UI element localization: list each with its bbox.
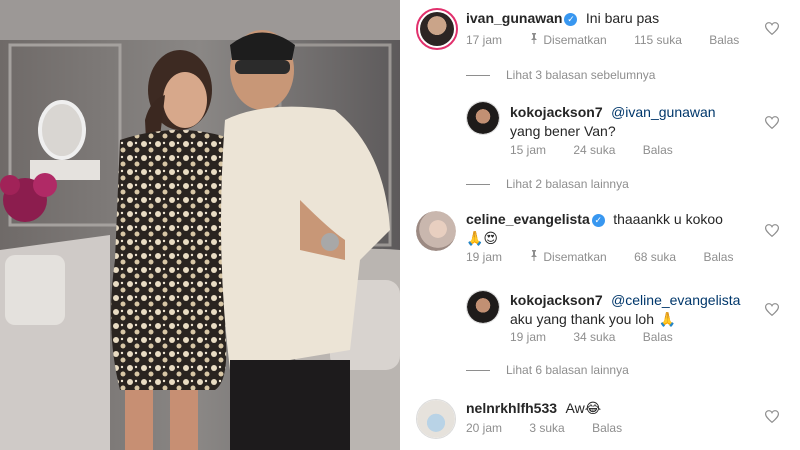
comment-time[interactable]: 17 jam — [466, 33, 502, 47]
heart-outline-icon[interactable] — [765, 410, 779, 423]
comment-username[interactable]: ivan_gunawan — [466, 10, 562, 26]
comment-time[interactable]: 20 jam — [466, 421, 502, 435]
like-count[interactable]: 24 suka — [573, 143, 615, 157]
comment-meta: 19 jam Disematkan 68 suka Balas — [466, 250, 757, 264]
pinned-label: Disematkan — [529, 33, 607, 47]
pinned-label: Disematkan — [529, 250, 607, 264]
comment-meta: 19 jam 34 suka Balas — [510, 330, 697, 344]
comment-meta: 20 jam 3 suka Balas — [466, 421, 646, 435]
comment-time[interactable]: 19 jam — [510, 330, 546, 344]
view-replies-button[interactable]: Lihat 3 balasan sebelumnya — [466, 68, 655, 82]
verified-badge-icon: ✓ — [591, 214, 605, 227]
avatar[interactable] — [416, 8, 458, 50]
view-replies-button[interactable]: Lihat 6 balasan lainnya — [466, 363, 629, 377]
comment-username[interactable]: celine_evangelista — [466, 211, 590, 227]
heart-outline-icon[interactable] — [765, 224, 779, 237]
reply-button[interactable]: Balas — [709, 33, 739, 47]
heart-outline-icon[interactable] — [765, 22, 779, 35]
avatar[interactable] — [416, 211, 456, 251]
mention-link[interactable]: @celine_evangelista — [611, 292, 740, 308]
reply-button[interactable]: Balas — [643, 143, 673, 157]
comment-username[interactable]: kokojackson7 — [510, 292, 603, 308]
comment-text: Ini baru pas — [585, 10, 660, 26]
like-count[interactable]: 34 suka — [573, 330, 615, 344]
reply-button[interactable]: Balas — [703, 250, 733, 264]
comment-time[interactable]: 19 jam — [466, 250, 502, 264]
divider — [466, 184, 490, 186]
emoji-text: 🙏 — [658, 311, 676, 327]
comment-body: nelnrkhlfh533 Aw😂 — [466, 400, 601, 418]
heart-outline-icon[interactable] — [765, 303, 779, 316]
like-count[interactable]: 68 suka — [634, 250, 676, 264]
pin-icon — [531, 33, 538, 44]
like-count[interactable]: 115 suka — [634, 33, 682, 47]
heart-outline-icon[interactable] — [765, 116, 779, 129]
view-replies-button[interactable]: Lihat 2 balasan lainnya — [466, 177, 629, 191]
reply-button[interactable]: Balas — [643, 330, 673, 344]
comment-body: ivan_gunawan ✓ Ini baru pas — [466, 10, 659, 28]
avatar[interactable] — [466, 101, 500, 135]
divider — [466, 75, 490, 77]
post-photo — [0, 0, 400, 450]
comment-text: yang bener Van? — [510, 123, 616, 139]
comment-body: celine_evangelista ✓ thaaankk u kokoo 🙏😍 — [466, 210, 723, 248]
like-count[interactable]: 3 suka — [529, 421, 564, 435]
avatar[interactable] — [466, 290, 500, 324]
comment-text: thaaankk u kokoo — [613, 211, 723, 227]
comment-text: Aw — [565, 400, 585, 416]
comment-text: aku yang thank you loh — [510, 311, 654, 327]
emoji-text: 😂 — [584, 400, 602, 416]
reply-body: kokojackson7 @ivan_gunawan yang bener Va… — [510, 103, 716, 141]
emoji-text: 🙏😍 — [466, 230, 499, 246]
comment-time[interactable]: 15 jam — [510, 143, 546, 157]
mention-link[interactable]: @ivan_gunawan — [611, 104, 716, 120]
comments-panel: ivan_gunawan ✓ Ini baru pas 17 jam Disema… — [400, 0, 800, 450]
reply-body: kokojackson7 @celine_evangelista aku yan… — [510, 291, 740, 329]
comment-meta: 17 jam Disematkan 115 suka Balas — [466, 33, 763, 47]
pin-icon — [531, 250, 538, 261]
reply-button[interactable]: Balas — [592, 421, 622, 435]
avatar[interactable] — [416, 399, 456, 439]
comment-meta: 15 jam 24 suka Balas — [510, 143, 697, 157]
divider — [466, 370, 490, 372]
comment-username[interactable]: kokojackson7 — [510, 104, 603, 120]
verified-badge-icon: ✓ — [564, 13, 578, 26]
comment-username[interactable]: nelnrkhlfh533 — [466, 400, 557, 416]
